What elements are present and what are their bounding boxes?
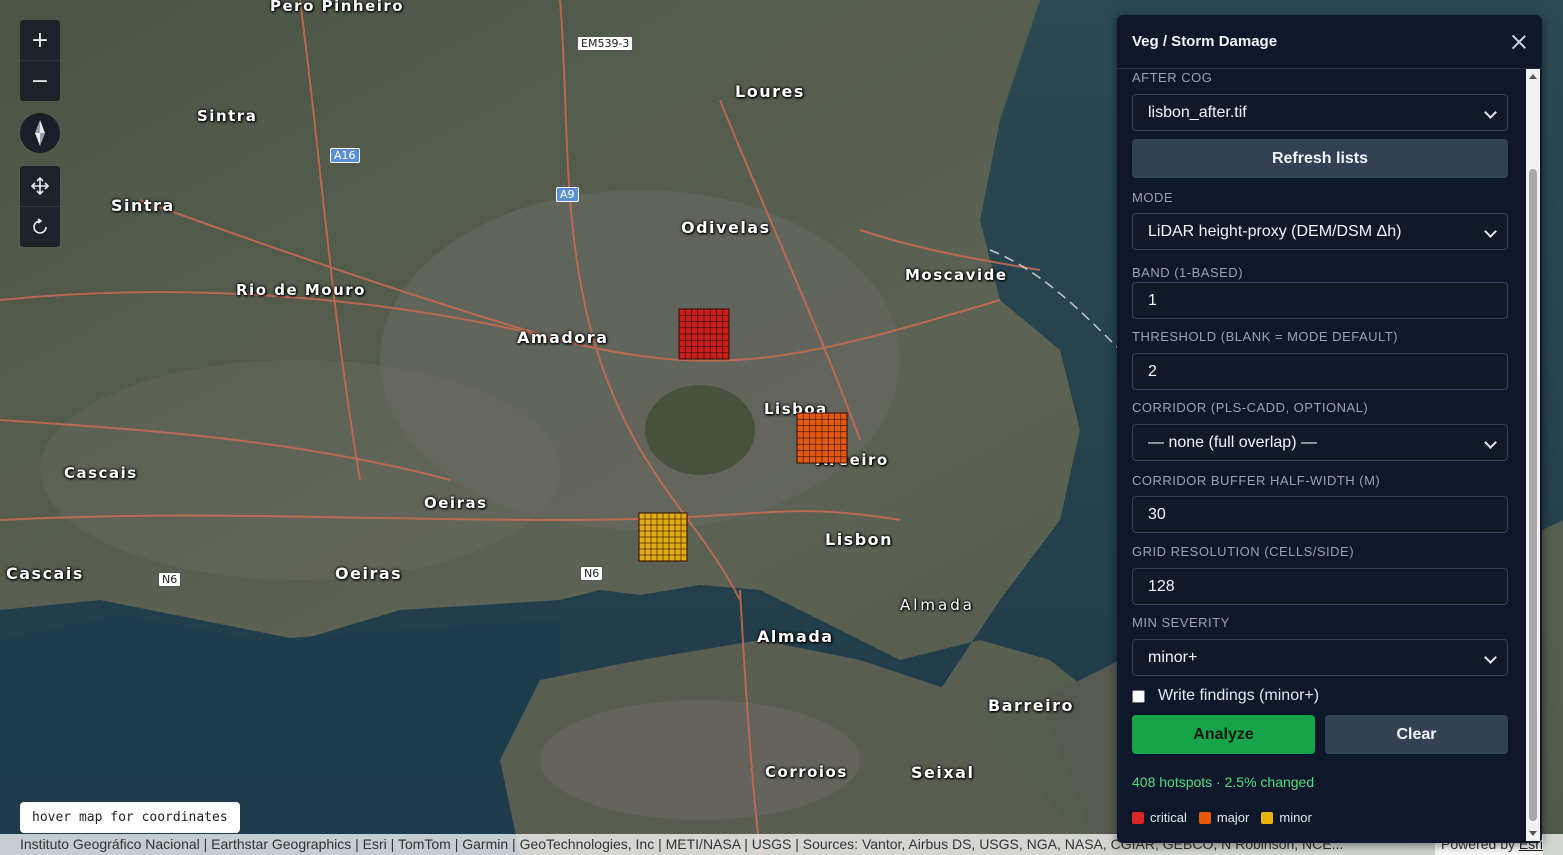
place-label-amadora: Amadora [517, 328, 609, 347]
refresh-lists-button[interactable]: Refresh lists [1132, 139, 1508, 178]
panel-header: Veg / Storm Damage [1117, 15, 1542, 69]
place-label-odivelas: Odivelas [681, 218, 771, 237]
road-shield-a9: A9 [556, 187, 579, 202]
road-shield-em539: EM539-3 [577, 36, 634, 51]
write-findings-checkbox[interactable] [1132, 690, 1145, 703]
after-cog-select[interactable]: lisbon_after.tif [1132, 94, 1508, 131]
buffer-label: CORRIDOR BUFFER HALF-WIDTH (M) [1132, 473, 1381, 488]
panel-title: Veg / Storm Damage [1132, 33, 1278, 50]
navigation-tools [20, 166, 60, 247]
legend-label-minor: minor [1279, 810, 1312, 825]
place-label-lisboa: Lisboa [764, 400, 828, 418]
legend-label-critical: critical [1150, 810, 1187, 825]
place-label-almada-water: Almada [900, 596, 975, 614]
write-findings-label: Write findings (minor+) [1158, 687, 1320, 704]
legend-item-minor: minor [1261, 810, 1312, 825]
place-label-barreiro: Barreiro [988, 696, 1074, 715]
buffer-input[interactable]: 30 [1132, 496, 1508, 533]
place-label-cascais: Cascais [64, 464, 138, 482]
veg-storm-damage-panel: Veg / Storm Damage AFTER COG lisbon_afte… [1117, 15, 1542, 843]
place-label-lisbon: Lisbon [825, 530, 894, 549]
scrollbar-thumb[interactable] [1529, 169, 1537, 821]
after-cog-label: AFTER COG [1132, 70, 1213, 85]
min-severity-label: MIN SEVERITY [1132, 615, 1230, 630]
zoom-controls: + − [20, 20, 60, 101]
road-shield-a16: A16 [330, 148, 360, 163]
place-label-pero-pinheiro: Pero Pinheiro [270, 0, 405, 15]
legend-swatch-critical [1132, 811, 1144, 824]
pan-button[interactable] [20, 166, 60, 206]
grid-resolution-input[interactable]: 128 [1132, 568, 1508, 605]
legend-item-major: major [1198, 810, 1250, 825]
scroll-down-icon[interactable] [1529, 831, 1537, 836]
panel-scrollbar[interactable] [1526, 69, 1540, 841]
legend-item-critical: critical [1132, 810, 1187, 825]
road-shield-n6-2: N6 [580, 566, 604, 581]
band-input[interactable]: 1 [1132, 282, 1508, 319]
scroll-up-icon[interactable] [1529, 74, 1537, 79]
place-label-sintra: Sintra [197, 107, 258, 125]
road-shield-n6: N6 [158, 572, 182, 587]
place-label-oeiras: Oeiras [424, 494, 488, 512]
compass-button[interactable] [20, 113, 60, 153]
place-label-cascais-2: Cascais [6, 564, 84, 583]
place-label-almada: Almada [757, 627, 834, 646]
move-icon [31, 177, 49, 195]
place-label-moscavide: Moscavide [905, 266, 1008, 284]
grid-resolution-label: GRID RESOLUTION (CELLS/SIDE) [1132, 544, 1355, 559]
place-label-areeiro: Areeiro [816, 451, 889, 469]
place-label-oeiras-2: Oeiras [335, 564, 403, 583]
place-label-corroios: Corroios [765, 763, 848, 781]
legend-swatch-minor [1261, 811, 1274, 824]
zoom-out-button[interactable]: − [20, 60, 60, 101]
mode-select[interactable]: LiDAR height-proxy (DEM/DSM Δh) [1132, 213, 1508, 250]
rotate-button[interactable] [20, 206, 60, 247]
zoom-in-button[interactable]: + [20, 20, 60, 60]
mode-label: MODE [1132, 190, 1173, 205]
compass-icon [35, 120, 45, 146]
clear-button[interactable]: Clear [1325, 715, 1508, 754]
legend-swatch-major [1198, 811, 1211, 824]
severity-legend: critical major minor [1132, 810, 1312, 825]
place-label-rio-de-mouro: Rio de Mouro [236, 281, 366, 299]
place-label-sintra-2: Sintra [111, 196, 175, 215]
threshold-input[interactable]: 2 [1132, 353, 1508, 390]
threshold-label: THRESHOLD (BLANK = MODE DEFAULT) [1132, 329, 1399, 344]
place-label-loures: Loures [735, 82, 805, 101]
corridor-label: CORRIDOR (PLS-CADD, OPTIONAL) [1132, 400, 1369, 415]
place-label-seixal: Seixal [911, 763, 975, 782]
min-severity-select[interactable]: minor+ [1132, 639, 1508, 676]
corridor-select[interactable]: — none (full overlap) — [1132, 424, 1508, 461]
close-icon[interactable] [1511, 34, 1527, 50]
band-label: BAND (1-BASED) [1132, 265, 1244, 280]
analyze-button[interactable]: Analyze [1132, 715, 1315, 754]
legend-label-major: major [1216, 810, 1250, 825]
rotate-icon [33, 218, 47, 234]
analysis-status: 408 hotspots · 2.5% changed [1132, 774, 1315, 790]
coordinate-readout: hover map for coordinates [20, 802, 240, 833]
